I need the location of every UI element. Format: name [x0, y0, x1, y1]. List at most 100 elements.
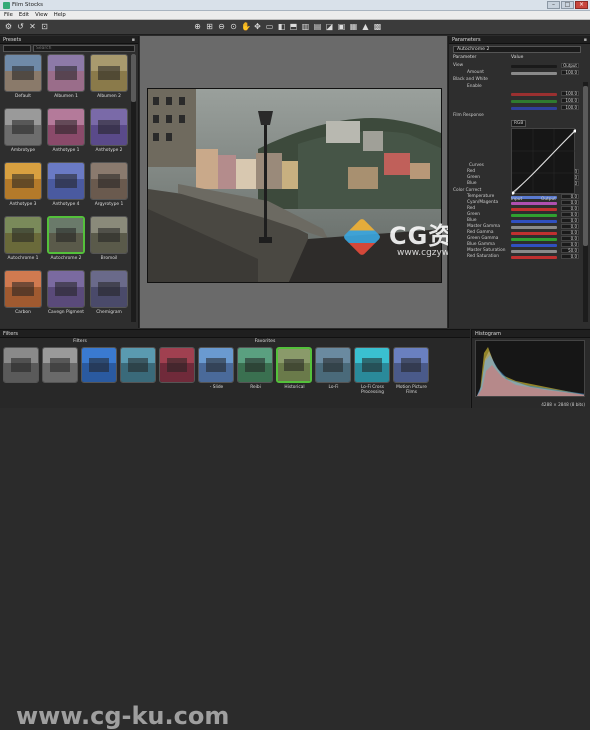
- preset-item[interactable]: Anthotype 2: [89, 108, 129, 158]
- preset-label: Anthotype 3: [9, 202, 37, 207]
- parameter-value[interactable]: 0.0: [561, 242, 579, 247]
- zoom-out-icon[interactable]: ⊖: [217, 22, 226, 31]
- curves-editor[interactable]: [511, 128, 577, 196]
- preset-item[interactable]: Anthotype 3: [3, 162, 43, 212]
- preset-item[interactable]: Ambrotype: [3, 108, 43, 158]
- view-side-by-side-icon[interactable]: ▥: [301, 22, 310, 31]
- parameter-slider[interactable]: [511, 231, 557, 235]
- parameter-slider[interactable]: [511, 225, 557, 229]
- panel-close-icon[interactable]: ▪: [132, 36, 135, 44]
- minimize-button[interactable]: –: [547, 1, 560, 9]
- move-tool-icon[interactable]: ✥: [253, 22, 262, 31]
- parameter-value[interactable]: 100.0: [561, 105, 579, 110]
- view-split-horizontal-icon[interactable]: ⬒: [289, 22, 298, 31]
- parameter-value[interactable]: 0.0: [561, 230, 579, 235]
- filter-item[interactable]: [120, 347, 157, 407]
- maximize-button[interactable]: □: [561, 1, 574, 9]
- preset-item[interactable]: Autochrome 1: [3, 216, 43, 266]
- filter-item[interactable]: [3, 347, 40, 407]
- parameter-slider[interactable]: [511, 71, 557, 75]
- parameter-value[interactable]: 100.0: [561, 91, 579, 96]
- parameter-value[interactable]: 50.0: [561, 248, 579, 253]
- parameter-slider[interactable]: [511, 99, 557, 103]
- presets-scrollbar[interactable]: [131, 54, 136, 322]
- preset-item[interactable]: Default: [3, 54, 43, 104]
- preset-search-input[interactable]: [33, 45, 135, 52]
- filter-item[interactable]: [81, 347, 118, 407]
- snapshot-icon[interactable]: ▣: [337, 22, 346, 31]
- undo-icon[interactable]: ↺: [16, 22, 25, 31]
- curves-channel-select[interactable]: RGB: [511, 120, 531, 127]
- parameter-name: Red Saturation: [467, 254, 499, 259]
- preset-item[interactable]: Albumen 1: [46, 54, 86, 104]
- parameter-slider[interactable]: [511, 207, 557, 211]
- mask-icon[interactable]: ◪: [325, 22, 334, 31]
- view-split-vertical-icon[interactable]: ◧: [277, 22, 286, 31]
- parameter-slider[interactable]: [511, 213, 557, 217]
- view-compare-icon[interactable]: ▤: [313, 22, 322, 31]
- menu-file[interactable]: File: [4, 12, 13, 18]
- menu-view[interactable]: View: [35, 12, 48, 18]
- histogram-graph: [475, 340, 585, 397]
- preset-select[interactable]: Autochrome 2: [453, 46, 581, 53]
- parameter-slider[interactable]: [511, 64, 557, 68]
- tab-filters[interactable]: Filters: [0, 338, 160, 346]
- menu-edit[interactable]: Edit: [19, 12, 29, 18]
- parameter-value[interactable]: 100.0: [561, 98, 579, 103]
- parameter-value[interactable]: 0.0: [561, 254, 579, 259]
- reset-icon[interactable]: ✕: [28, 22, 37, 31]
- menu-help[interactable]: Help: [54, 12, 66, 18]
- preview-photo[interactable]: [147, 88, 442, 283]
- filter-item[interactable]: - Slide: [198, 347, 235, 407]
- parameter-slider[interactable]: [511, 237, 557, 241]
- info-icon[interactable]: ▩: [373, 22, 382, 31]
- filter-item[interactable]: Reibi: [237, 347, 274, 407]
- panel-close-icon[interactable]: ▪: [584, 36, 587, 44]
- preset-item[interactable]: Bromoil: [89, 216, 129, 266]
- zoom-in-icon[interactable]: ⊕: [193, 22, 202, 31]
- presets-title: Presets: [3, 37, 22, 43]
- preset-item[interactable]: Cavegn Pigment: [46, 270, 86, 320]
- filter-item[interactable]: Motion Picture Films: [393, 347, 430, 407]
- histogram-icon[interactable]: ▲: [361, 22, 370, 31]
- zoom-100-icon[interactable]: ⊙: [229, 22, 238, 31]
- preset-item[interactable]: Anthotype 4: [46, 162, 86, 212]
- preset-thumbnail: [4, 270, 42, 308]
- parameter-value[interactable]: 0.0: [561, 218, 579, 223]
- parameter-slider[interactable]: [511, 255, 557, 259]
- parameter-slider[interactable]: [511, 92, 557, 96]
- preset-item[interactable]: Chemigram: [89, 270, 129, 320]
- parameter-slider[interactable]: [511, 243, 557, 247]
- parameter-name: Temperature: [467, 194, 495, 199]
- parameter-value[interactable]: Output: [561, 63, 579, 68]
- filter-item[interactable]: [42, 347, 79, 407]
- close-button[interactable]: ×: [575, 1, 588, 9]
- parameter-value[interactable]: 0.0: [561, 206, 579, 211]
- preset-item[interactable]: Anthotype 1: [46, 108, 86, 158]
- parameters-scrollbar[interactable]: [583, 82, 588, 322]
- settings-icon[interactable]: ⚙: [4, 22, 13, 31]
- grid-icon[interactable]: ▦: [349, 22, 358, 31]
- hand-tool-icon[interactable]: ✋: [241, 22, 251, 31]
- parameter-value[interactable]: 100.0: [561, 70, 579, 75]
- filter-item[interactable]: Lo-Fi Cross Processing: [354, 347, 391, 407]
- preset-label: Argyrotype 1: [94, 202, 124, 207]
- parameter-value[interactable]: 0.0: [561, 212, 579, 217]
- parameter-value[interactable]: 0.0: [561, 224, 579, 229]
- filter-item[interactable]: [159, 347, 196, 407]
- preset-item[interactable]: Autochrome 2: [46, 216, 86, 266]
- zoom-fit-icon[interactable]: ⊞: [205, 22, 214, 31]
- parameter-slider[interactable]: [511, 219, 557, 223]
- view-single-icon[interactable]: ▭: [265, 22, 274, 31]
- preset-item[interactable]: Argyrotype 1: [89, 162, 129, 212]
- parameter-slider[interactable]: [511, 249, 557, 253]
- parameter-value[interactable]: 0.0: [561, 236, 579, 241]
- parameter-slider[interactable]: [511, 106, 557, 110]
- crop-icon[interactable]: ⊡: [40, 22, 49, 31]
- tab-favorites[interactable]: Favorites: [160, 338, 370, 346]
- preset-category-select[interactable]: [3, 45, 31, 52]
- filter-item[interactable]: Lo-Fi: [315, 347, 352, 407]
- preset-item[interactable]: Albumen 2: [89, 54, 129, 104]
- preset-item[interactable]: Carbon: [3, 270, 43, 320]
- filter-item[interactable]: Historical: [276, 347, 313, 407]
